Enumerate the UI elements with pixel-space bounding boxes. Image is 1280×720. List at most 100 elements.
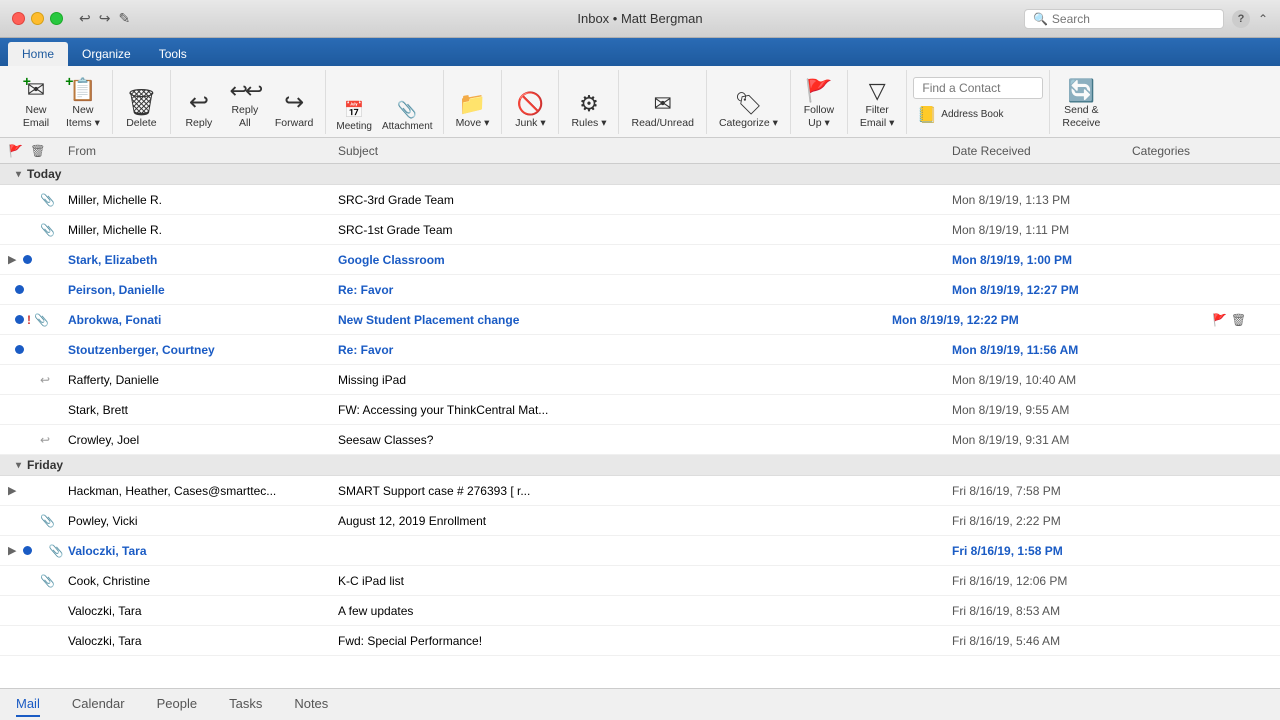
junk-button[interactable]: 🚫 Junk ▾ — [508, 76, 552, 134]
tab-home[interactable]: Home — [8, 42, 68, 66]
delete-col-icon: 🗑 — [30, 144, 45, 158]
dot-e12 — [23, 546, 32, 555]
address-book-button[interactable]: 📒 Address Book — [913, 103, 1007, 127]
group-header-friday[interactable]: ▾Friday — [0, 455, 1280, 476]
follow-up-button[interactable]: 🚩 FollowUp ▾ — [797, 76, 841, 134]
dot-e14 — [15, 606, 24, 615]
date-e8: Mon 8/19/19, 9:55 AM — [952, 403, 1132, 417]
tab-organize[interactable]: Organize — [68, 42, 145, 66]
ribbon-tabs: Home Organize Tools — [0, 38, 1280, 66]
email-row-e15[interactable]: Valoczki, TaraFwd: Special Performance!F… — [0, 626, 1280, 656]
dot-e6 — [15, 345, 24, 354]
ribbon-group-follow: 🚩 FollowUp ▾ — [791, 70, 848, 134]
back-icon[interactable]: ↩ — [79, 10, 91, 27]
address-book-label: Address Book — [941, 109, 1003, 120]
email-row-e6[interactable]: Stoutzenberger, CourtneyRe: FavorMon 8/1… — [0, 335, 1280, 365]
dot-e3 — [23, 255, 32, 264]
col-header-categories[interactable]: Categories — [1132, 144, 1272, 158]
email-row-e11[interactable]: 📎Powley, VickiAugust 12, 2019 Enrollment… — [0, 506, 1280, 536]
collapse-icon[interactable]: ⌃ — [1258, 12, 1268, 26]
categorize-label: Categorize ▾ — [719, 117, 778, 130]
delete-icon: 🗑 — [125, 89, 158, 115]
date-e10: Fri 8/16/19, 7:58 PM — [952, 484, 1132, 498]
ribbon-group-categorize: 🏷 Categorize ▾ — [707, 70, 791, 134]
search-input[interactable] — [1052, 12, 1215, 26]
ribbon-group-filter: ▽ FilterEmail ▾ — [848, 70, 907, 134]
maximize-button[interactable] — [50, 12, 63, 25]
col-header-from[interactable]: From — [68, 144, 338, 158]
subject-e9: Seesaw Classes? — [338, 433, 952, 447]
email-row-e14[interactable]: Valoczki, TaraA few updatesFri 8/16/19, … — [0, 596, 1280, 626]
email-row-e13[interactable]: 📎Cook, ChristineK-C iPad listFri 8/16/19… — [0, 566, 1280, 596]
dot-e2 — [15, 225, 24, 234]
reply-indicator-e7: ↩ — [40, 373, 50, 387]
from-e6: Stoutzenberger, Courtney — [68, 343, 338, 357]
nav-people[interactable]: People — [157, 692, 197, 717]
new-items-button[interactable]: 📋 + NewItems ▾ — [60, 76, 106, 134]
email-row-e3[interactable]: ▶Stark, ElizabethGoogle ClassroomMon 8/1… — [0, 245, 1280, 275]
compose-icon[interactable]: ✎ — [118, 10, 130, 27]
from-e12: Valoczki, Tara — [68, 544, 338, 558]
trash-action-e5[interactable]: 🗑 — [1231, 313, 1246, 327]
categorize-button[interactable]: 🏷 Categorize ▾ — [713, 76, 784, 134]
new-email-button[interactable]: ✉ + NewEmail — [14, 76, 58, 134]
email-row-e5[interactable]: !📎Abrokwa, FonatiNew Student Placement c… — [0, 305, 1280, 335]
new-email-label: NewEmail — [23, 104, 49, 129]
reply-all-button[interactable]: ↩↩ ReplyAll — [223, 76, 267, 134]
window-title: Inbox • Matt Bergman — [577, 11, 702, 26]
read-unread-button[interactable]: ✉ Read/Unread — [625, 76, 699, 134]
close-button[interactable] — [12, 12, 25, 25]
nav-notes[interactable]: Notes — [294, 692, 328, 717]
help-icon[interactable]: ? — [1232, 10, 1250, 28]
email-row-e2[interactable]: 📎Miller, Michelle R.SRC-1st Grade TeamMo… — [0, 215, 1280, 245]
email-row-e9[interactable]: ↩Crowley, JoelSeesaw Classes?Mon 8/19/19… — [0, 425, 1280, 455]
flag-action-e5[interactable]: 🚩 — [1212, 313, 1227, 327]
subject-e3: Google Classroom — [338, 253, 952, 267]
reply-indicator-e9: ↩ — [40, 433, 50, 447]
tab-tools[interactable]: Tools — [145, 42, 201, 66]
ribbon-group-rules: ⚙ Rules ▾ — [559, 70, 619, 134]
find-contact-input[interactable] — [913, 77, 1043, 99]
dot-e15 — [15, 636, 24, 645]
subject-e15: Fwd: Special Performance! — [338, 634, 952, 648]
filter-email-button[interactable]: ▽ FilterEmail ▾ — [854, 76, 900, 134]
forward-icon[interactable]: ↪ — [99, 10, 111, 27]
email-row-e4[interactable]: Peirson, DanielleRe: FavorMon 8/19/19, 1… — [0, 275, 1280, 305]
col-header-subject[interactable]: Subject — [338, 144, 952, 158]
from-e3: Stark, Elizabeth — [68, 253, 338, 267]
send-receive-button[interactable]: 🔄 Send &Receive — [1056, 76, 1106, 134]
nav-mail[interactable]: Mail — [16, 692, 40, 717]
minimize-button[interactable] — [31, 12, 44, 25]
dot-e10 — [23, 486, 32, 495]
email-row-e7[interactable]: ↩Rafferty, DanielleMissing iPadMon 8/19/… — [0, 365, 1280, 395]
attach-icon-e5: 📎 — [34, 313, 49, 327]
email-row-e10[interactable]: ▶Hackman, Heather, Cases@smarttec...SMAR… — [0, 476, 1280, 506]
email-row-e8[interactable]: Stark, BrettFW: Accessing your ThinkCent… — [0, 395, 1280, 425]
from-e14: Valoczki, Tara — [68, 604, 338, 618]
search-bar[interactable]: 🔍 — [1024, 9, 1224, 29]
ribbon-group-respond: ↩ Reply ↩↩ ReplyAll ↪ Forward — [171, 70, 327, 134]
nav-tasks[interactable]: Tasks — [229, 692, 262, 717]
subject-e1: SRC-3rd Grade Team — [338, 193, 952, 207]
move-button[interactable]: 📁 Move ▾ — [450, 76, 496, 134]
attachment-button[interactable]: 📎 Attachment — [378, 98, 437, 134]
forward-button[interactable]: ↪ Forward — [269, 76, 320, 134]
window-controls — [12, 12, 63, 25]
nav-calendar[interactable]: Calendar — [72, 692, 125, 717]
reply-button[interactable]: ↩ Reply — [177, 76, 221, 134]
new-items-label: NewItems ▾ — [66, 104, 100, 129]
expand-arrow-e10: ▶ — [8, 484, 16, 497]
meeting-button[interactable]: 📅 Meeting — [332, 98, 376, 134]
group-header-today[interactable]: ▾Today — [0, 164, 1280, 185]
dot-e9 — [15, 435, 24, 444]
rules-button[interactable]: ⚙ Rules ▾ — [565, 76, 612, 134]
from-e10: Hackman, Heather, Cases@smarttec... — [68, 484, 338, 498]
ribbon-group-new: ✉ + NewEmail 📋 + NewItems ▾ — [8, 70, 113, 134]
group-label-friday: Friday — [27, 458, 63, 472]
col-header-date[interactable]: Date Received — [952, 144, 1132, 158]
ribbon-group-find: 📒 Address Book — [907, 70, 1050, 134]
email-row-e1[interactable]: 📎Miller, Michelle R.SRC-3rd Grade TeamMo… — [0, 185, 1280, 215]
delete-button[interactable]: 🗑 Delete — [119, 76, 164, 134]
email-row-e12[interactable]: ▶📎Valoczki, TaraFri 8/16/19, 1:58 PM — [0, 536, 1280, 566]
dot-e11 — [15, 516, 24, 525]
